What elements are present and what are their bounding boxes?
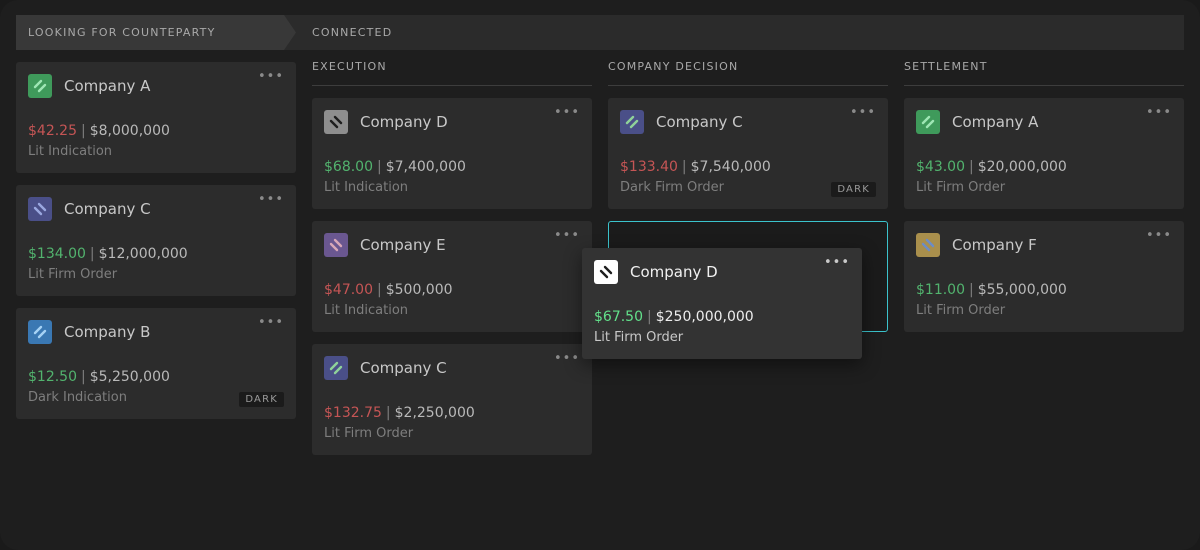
stage-label-connected[interactable]: CONNECTED bbox=[312, 15, 392, 50]
company-logo-icon bbox=[324, 356, 348, 380]
price-line: $133.40 | $7,540,000 bbox=[620, 158, 771, 176]
column-header-company-decision: COMPANY DECISION bbox=[608, 55, 888, 86]
order-type: Lit Firm Order bbox=[324, 426, 414, 441]
amount-value: $500,000 bbox=[385, 282, 453, 298]
price-line: $42.25 | $8,000,000 bbox=[28, 122, 170, 140]
price-line: $134.00 | $12,000,000 bbox=[28, 245, 188, 263]
more-options-icon[interactable]: ••• bbox=[824, 256, 850, 270]
dark-badge: DARK bbox=[239, 392, 284, 407]
price-value: $11.00 bbox=[916, 282, 965, 298]
price-line: $11.00 | $55,000,000 bbox=[916, 281, 1067, 299]
deal-card[interactable]: Company B ••• $12.50 | $5,250,000 Dark Ind… bbox=[16, 308, 296, 419]
price-value: $68.00 bbox=[324, 159, 373, 175]
order-type: Lit Firm Order bbox=[28, 267, 118, 282]
order-type: Lit Indication bbox=[28, 144, 113, 159]
company-name: Company C bbox=[360, 359, 447, 377]
separator: | bbox=[81, 369, 86, 385]
stage-label-looking: LOOKING FOR COUNTEPARTY bbox=[28, 26, 216, 39]
order-type: Lit Indication bbox=[324, 180, 409, 195]
deal-card[interactable]: Company D ••• $68.00 | $7,400,000 Lit Indi… bbox=[312, 98, 592, 209]
price-value: $43.00 bbox=[916, 159, 965, 175]
order-type: Lit Indication bbox=[324, 303, 409, 318]
more-options-icon[interactable]: ••• bbox=[554, 229, 580, 243]
company-name: Company C bbox=[656, 113, 743, 131]
amount-value: $55,000,000 bbox=[977, 282, 1067, 298]
separator: | bbox=[81, 123, 86, 139]
amount-value: $7,400,000 bbox=[385, 159, 466, 175]
more-options-icon[interactable]: ••• bbox=[258, 70, 284, 84]
company-name: Company E bbox=[360, 236, 446, 254]
price-value: $47.00 bbox=[324, 282, 373, 298]
company-name: Company D bbox=[630, 263, 718, 281]
price-value: $12.50 bbox=[28, 369, 77, 385]
price-line: $132.75 | $2,250,000 bbox=[324, 404, 475, 422]
amount-value: $7,540,000 bbox=[690, 159, 771, 175]
company-logo-icon bbox=[28, 74, 52, 98]
more-options-icon[interactable]: ••• bbox=[850, 106, 876, 120]
company-name: Company A bbox=[952, 113, 1039, 131]
separator: | bbox=[385, 405, 391, 421]
deal-card[interactable]: Company C ••• $133.40 | $7,540,000 Dark Fi… bbox=[608, 98, 888, 209]
separator: | bbox=[969, 282, 974, 298]
company-logo-icon bbox=[324, 110, 348, 134]
deal-card[interactable]: Company A ••• $42.25 | $8,000,000 Lit Indi… bbox=[16, 62, 296, 173]
kanban-board: LOOKING FOR COUNTEPARTY CONNECTED EXECUT… bbox=[0, 0, 1200, 550]
company-name: Company A bbox=[64, 77, 151, 95]
deal-card[interactable]: Company F ••• $11.00 | $55,000,000 Lit Fir… bbox=[904, 221, 1184, 332]
amount-value: $8,000,000 bbox=[89, 123, 170, 139]
price-line: $47.00 | $500,000 bbox=[324, 281, 453, 299]
separator: | bbox=[969, 159, 974, 175]
amount-value: $20,000,000 bbox=[977, 159, 1067, 175]
column-header-settlement: SETTLEMENT bbox=[904, 55, 1184, 86]
order-type: Lit Firm Order bbox=[594, 330, 684, 345]
company-name: Company F bbox=[952, 236, 1037, 254]
more-options-icon[interactable]: ••• bbox=[1146, 106, 1172, 120]
separator: | bbox=[681, 159, 687, 175]
company-name: Company D bbox=[360, 113, 448, 131]
separator: | bbox=[647, 309, 652, 325]
price-value: $132.75 bbox=[324, 405, 382, 421]
company-logo-icon bbox=[28, 320, 52, 344]
deal-card[interactable]: Company C ••• $134.00 | $12,000,000 Lit Fi… bbox=[16, 185, 296, 296]
deal-card[interactable]: Company A ••• $43.00 | $20,000,000 Lit Fir… bbox=[904, 98, 1184, 209]
order-type: Dark Firm Order bbox=[620, 180, 724, 195]
price-value: $67.50 bbox=[594, 309, 643, 325]
price-line: $68.00 | $7,400,000 bbox=[324, 158, 466, 176]
company-name: Company C bbox=[64, 200, 151, 218]
company-logo-icon bbox=[916, 233, 940, 257]
amount-value: $2,250,000 bbox=[394, 405, 475, 421]
order-type: Dark Indication bbox=[28, 390, 127, 405]
price-value: $134.00 bbox=[28, 246, 86, 262]
amount-value: $12,000,000 bbox=[98, 246, 188, 262]
stage-bar: LOOKING FOR COUNTEPARTY CONNECTED bbox=[16, 15, 1184, 50]
separator: | bbox=[89, 246, 95, 262]
separator: | bbox=[377, 159, 382, 175]
deal-card[interactable]: Company E ••• $47.00 | $500,000 Lit Indica… bbox=[312, 221, 592, 332]
deal-card[interactable]: Company C ••• $132.75 | $2,250,000 Lit Fir… bbox=[312, 344, 592, 455]
company-logo-icon bbox=[28, 197, 52, 221]
more-options-icon[interactable]: ••• bbox=[1146, 229, 1172, 243]
company-name: Company B bbox=[64, 323, 151, 341]
price-value: $133.40 bbox=[620, 159, 678, 175]
separator: | bbox=[377, 282, 382, 298]
company-logo-icon bbox=[324, 233, 348, 257]
dragging-deal-card[interactable]: Company D ••• $67.50 | $250,000,000 Lit Fi… bbox=[582, 248, 862, 359]
order-type: Lit Firm Order bbox=[916, 303, 1006, 318]
company-logo-icon bbox=[594, 260, 618, 284]
more-options-icon[interactable]: ••• bbox=[258, 193, 284, 207]
amount-value: $250,000,000 bbox=[655, 309, 754, 325]
more-options-icon[interactable]: ••• bbox=[554, 106, 580, 120]
more-options-icon[interactable]: ••• bbox=[258, 316, 284, 330]
price-line: $43.00 | $20,000,000 bbox=[916, 158, 1067, 176]
more-options-icon[interactable]: ••• bbox=[554, 352, 580, 366]
amount-value: $5,250,000 bbox=[89, 369, 170, 385]
dark-badge: DARK bbox=[831, 182, 876, 197]
price-value: $42.25 bbox=[28, 123, 77, 139]
column-header-execution: EXECUTION bbox=[312, 55, 592, 86]
company-logo-icon bbox=[620, 110, 644, 134]
price-line: $12.50 | $5,250,000 bbox=[28, 368, 170, 386]
price-line: $67.50 | $250,000,000 bbox=[594, 308, 754, 326]
order-type: Lit Firm Order bbox=[916, 180, 1006, 195]
company-logo-icon bbox=[916, 110, 940, 134]
